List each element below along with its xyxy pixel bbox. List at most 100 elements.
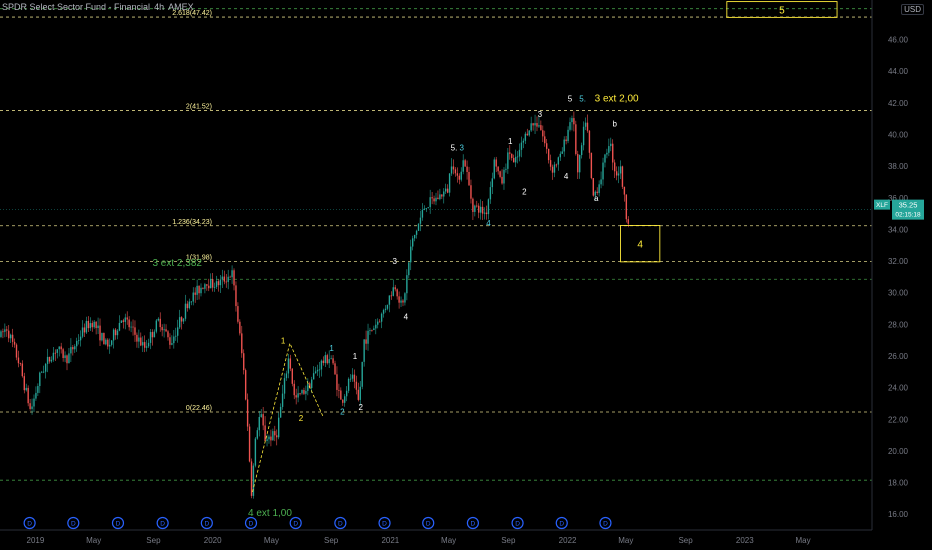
candle-body <box>351 374 354 379</box>
candle-body <box>192 292 194 302</box>
price-chart[interactable]: 2.618(47.42)2(41.52)1.236(34.23)1(31.98)… <box>0 0 932 550</box>
candle-body <box>470 185 472 199</box>
candle-body <box>542 130 544 137</box>
candle-body <box>15 344 18 358</box>
time-tick-label: May <box>86 536 101 545</box>
candle-body <box>44 363 47 372</box>
wave-label: 2 <box>359 403 364 412</box>
price-axis[interactable]: 16.00 18.00 20.00 22.00 24.00 26.00 28.00 30.00… <box>871 0 932 550</box>
candle-body <box>122 320 125 322</box>
candle-body <box>297 393 299 398</box>
candle-body <box>231 270 233 278</box>
candle-body <box>178 317 181 328</box>
candle-body <box>112 329 115 341</box>
candle-body <box>615 171 618 176</box>
time-tick-label: 2023 <box>736 536 754 545</box>
candle-body <box>93 321 95 328</box>
candle-body <box>200 287 202 294</box>
wave-label: 4 <box>404 313 409 322</box>
candle-body <box>155 320 158 332</box>
candle-body <box>378 321 381 323</box>
candle-body <box>110 340 113 345</box>
candle-body <box>363 339 365 362</box>
wave-label: 1 <box>353 352 358 361</box>
candle-body <box>392 287 394 296</box>
price-tick-label: 26.00 <box>888 352 909 361</box>
candle-body <box>561 151 563 154</box>
candle-body <box>489 187 492 200</box>
candle-body <box>190 301 192 303</box>
candle-body <box>293 383 295 396</box>
candle-body <box>353 374 356 382</box>
exchange-label: AMEX <box>168 2 194 12</box>
wave-label: 5. <box>579 94 586 103</box>
candle-body <box>528 130 530 136</box>
dividend-marker-label: D <box>515 521 520 528</box>
price-tick-label: 46.00 <box>888 36 909 45</box>
candle-body <box>534 123 536 126</box>
candle-body <box>577 154 579 173</box>
candle-body <box>369 329 371 331</box>
candle-body <box>580 145 583 156</box>
candle-body <box>612 143 614 163</box>
time-tick-label: 2022 <box>559 536 577 545</box>
candle-body <box>77 340 80 342</box>
candle-body <box>258 416 260 431</box>
candle-body <box>221 276 224 280</box>
candle-body <box>299 393 301 395</box>
candle-body <box>305 390 307 394</box>
candle-body <box>202 287 204 289</box>
price-tick-label: 20.00 <box>888 447 909 456</box>
candle-body <box>320 360 323 370</box>
candle-body <box>204 284 206 289</box>
candle-body <box>211 279 214 288</box>
candle-body <box>276 435 278 438</box>
candle-body <box>402 300 404 303</box>
price-tick-label: 38.00 <box>888 162 909 171</box>
candle-body <box>590 152 593 179</box>
candle-body <box>29 403 31 409</box>
price-tag-value: 35.25 <box>899 201 918 210</box>
time-axis[interactable]: 2019 May Sep 2020 May Sep 2021 May Sep 2022 May Sep… <box>0 529 872 545</box>
candle-body <box>210 279 212 289</box>
price-tick-label: 44.00 <box>888 67 909 76</box>
candle-body <box>4 329 6 332</box>
candle-body <box>481 206 484 214</box>
candle-body <box>460 171 462 180</box>
interval-label[interactable]: 4h <box>154 2 164 12</box>
candle-body <box>120 320 123 323</box>
candle-body <box>54 352 57 354</box>
time-tick-label: Sep <box>146 536 161 545</box>
symbol-title[interactable]: SPDR Select Sector Fund - Financial <box>2 2 150 12</box>
candle-body <box>361 361 363 387</box>
candle-body <box>334 363 336 375</box>
price-axis-bg <box>872 0 932 550</box>
candle-body <box>495 159 497 167</box>
candle-body <box>340 390 342 400</box>
candle-body <box>608 146 610 153</box>
candle-body <box>279 406 282 418</box>
candle-body <box>91 323 93 328</box>
candle-body <box>31 406 33 409</box>
price-tick-label: 34.00 <box>888 225 909 234</box>
dividend-marker-label: D <box>603 521 608 528</box>
candle-body <box>213 286 216 288</box>
dividend-marker-label: D <box>160 521 165 528</box>
time-tick-label: May <box>795 536 810 545</box>
candle-body <box>171 343 173 345</box>
candle-body <box>79 336 82 341</box>
currency-label[interactable]: USD <box>901 4 924 15</box>
candle-body <box>355 381 358 390</box>
candle-body <box>60 346 62 350</box>
candle-body <box>41 371 43 373</box>
candle-body <box>413 234 416 239</box>
candle-body <box>287 358 290 374</box>
candle-body <box>81 327 84 337</box>
candle-body <box>312 373 315 380</box>
candle-body <box>169 337 171 345</box>
wave-label: 1 <box>329 344 334 353</box>
candle-body <box>254 438 257 466</box>
candle-body <box>349 378 352 380</box>
dividend-marker-label: D <box>71 521 76 528</box>
candle-body <box>623 186 626 195</box>
